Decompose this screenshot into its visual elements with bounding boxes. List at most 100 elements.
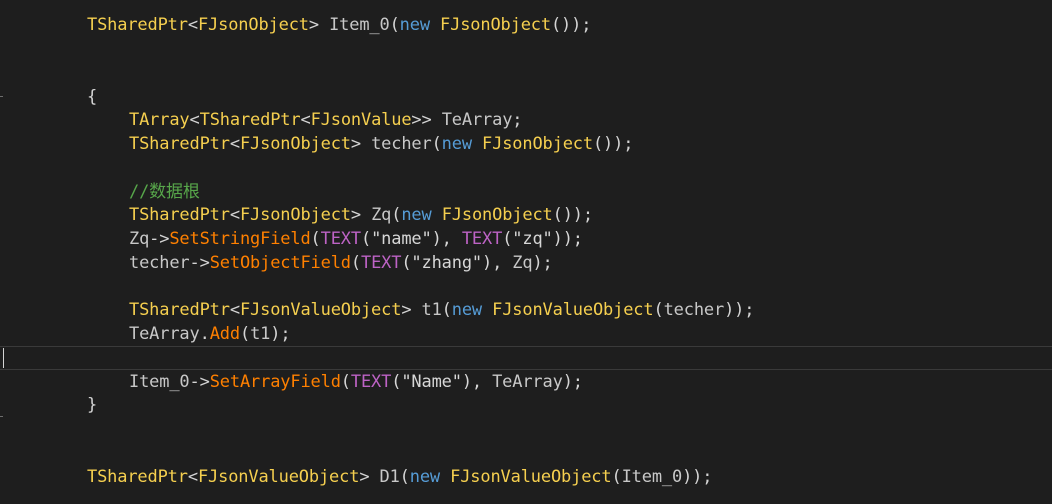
code-token: );: [562, 372, 583, 392]
code-token: ->: [189, 253, 210, 273]
code-token: Zq: [512, 253, 533, 273]
code-token: >>: [411, 110, 442, 130]
code-token: Item_0: [129, 372, 190, 392]
fold-marker-icon[interactable]: [0, 416, 3, 417]
code-token: <: [300, 110, 311, 130]
code-line[interactable]: TSharedPtr<FJsonObject> techer(new FJson…: [87, 132, 633, 156]
code-token: ));: [724, 300, 755, 320]
code-token: (: [399, 467, 410, 487]
code-line[interactable]: TSharedPtr<FJsonValueObject> t1(new FJso…: [87, 298, 754, 322]
code-token: FJsonObject: [441, 205, 553, 225]
code-line[interactable]: Item_0->SetArrayField(TEXT("Name"), TeAr…: [87, 370, 583, 394]
code-token: SetStringField: [169, 229, 311, 249]
code-token: TEXT: [461, 229, 503, 249]
code-token: Item_0: [621, 467, 683, 487]
code-token: <: [187, 467, 198, 487]
code-token: new: [451, 300, 483, 320]
code-token: FJsonObject: [440, 15, 551, 35]
code-token: new: [401, 205, 432, 225]
code-token: (: [431, 134, 442, 154]
code-token: new: [409, 467, 441, 487]
code-token: FJsonValue: [310, 110, 412, 130]
code-token: TSharedPtr: [199, 110, 301, 130]
code-token: >: [359, 467, 380, 487]
code-line[interactable]: Zq->SetStringField(TEXT("name"), TEXT("z…: [87, 227, 583, 251]
code-token: SetObjectField: [209, 253, 351, 273]
code-token: );: [270, 324, 291, 344]
code-token: (: [653, 300, 664, 320]
code-token: ->: [189, 372, 210, 392]
code-token: (: [310, 229, 321, 249]
code-token: new: [399, 15, 430, 35]
code-token: <: [187, 15, 198, 35]
code-token: t1: [421, 300, 442, 320]
code-token: FJsonObject: [482, 134, 593, 154]
code-token: <: [229, 205, 240, 225]
code-editor[interactable]: TSharedPtr<FJsonObject> Item_0(new FJson…: [0, 0, 1052, 504]
code-token: Zq: [371, 205, 392, 225]
code-token: TSharedPtr: [87, 467, 188, 487]
code-token: techer: [129, 253, 190, 273]
code-line[interactable]: }: [87, 393, 97, 417]
code-token: t1: [250, 324, 271, 344]
code-line[interactable]: techer->SetObjectField(TEXT("zhang"), Zq…: [87, 251, 553, 275]
code-token: <: [229, 300, 240, 320]
code-line[interactable]: TSharedPtr<FJsonValueObject> D1(new FJso…: [87, 465, 712, 489]
code-token: );: [532, 253, 553, 273]
code-token: ("zhang"),: [401, 253, 513, 273]
code-token: TeArray: [129, 324, 200, 344]
code-token: ());: [550, 15, 592, 35]
code-token: TEXT: [320, 229, 361, 249]
code-token: ->: [149, 229, 170, 249]
code-token: >: [350, 134, 372, 154]
code-token: >: [350, 205, 372, 225]
code-token: ("Name"),: [391, 372, 493, 392]
code-token: >: [308, 15, 330, 35]
code-token: TSharedPtr: [129, 134, 230, 154]
code-token: Zq: [129, 229, 150, 249]
code-token: (: [389, 15, 400, 35]
code-token: FJsonObject: [239, 205, 351, 225]
code-token: D1: [379, 467, 400, 487]
code-token: Item_0: [329, 15, 390, 35]
code-token: ;: [512, 110, 523, 130]
code-token: (: [441, 300, 452, 320]
code-token: <: [229, 134, 240, 154]
code-token: (: [340, 372, 351, 392]
code-token: //数据根: [129, 182, 200, 202]
code-token: (: [611, 467, 622, 487]
code-token: Add: [209, 324, 240, 344]
code-token: FJsonValueObject: [492, 300, 654, 320]
code-token: TArray: [129, 110, 190, 130]
code-token: .: [199, 324, 210, 344]
code-token: new: [441, 134, 472, 154]
code-token: <: [189, 110, 200, 130]
code-token: FJsonValueObject: [450, 467, 612, 487]
current-line-highlight: [0, 346, 1052, 370]
code-token: >: [401, 300, 422, 320]
code-line[interactable]: //数据根: [87, 180, 200, 204]
code-line[interactable]: {: [87, 85, 97, 109]
text-caret: [3, 348, 4, 368]
code-token: ));: [682, 467, 713, 487]
code-line[interactable]: TSharedPtr<FJsonObject> Zq(new FJsonObje…: [87, 203, 593, 227]
code-token: {: [87, 87, 98, 107]
code-token: }: [87, 395, 98, 415]
code-token: ());: [592, 134, 634, 154]
code-token: FJsonValueObject: [239, 300, 402, 320]
code-token: TSharedPtr: [129, 300, 230, 320]
code-token: techer: [371, 134, 432, 154]
code-line[interactable]: TArray<TSharedPtr<FJsonValue>> TeArray;: [87, 108, 523, 132]
code-token: ("name"),: [360, 229, 462, 249]
code-line[interactable]: TSharedPtr<FJsonObject> Item_0(new FJson…: [87, 13, 591, 37]
code-line[interactable]: TeArray.Add(t1);: [87, 322, 291, 346]
code-token: FJsonObject: [239, 134, 351, 154]
code-token: techer: [663, 300, 725, 320]
code-token: (: [350, 253, 361, 273]
code-token: TeArray: [492, 372, 563, 392]
fold-marker-icon[interactable]: [0, 96, 3, 97]
